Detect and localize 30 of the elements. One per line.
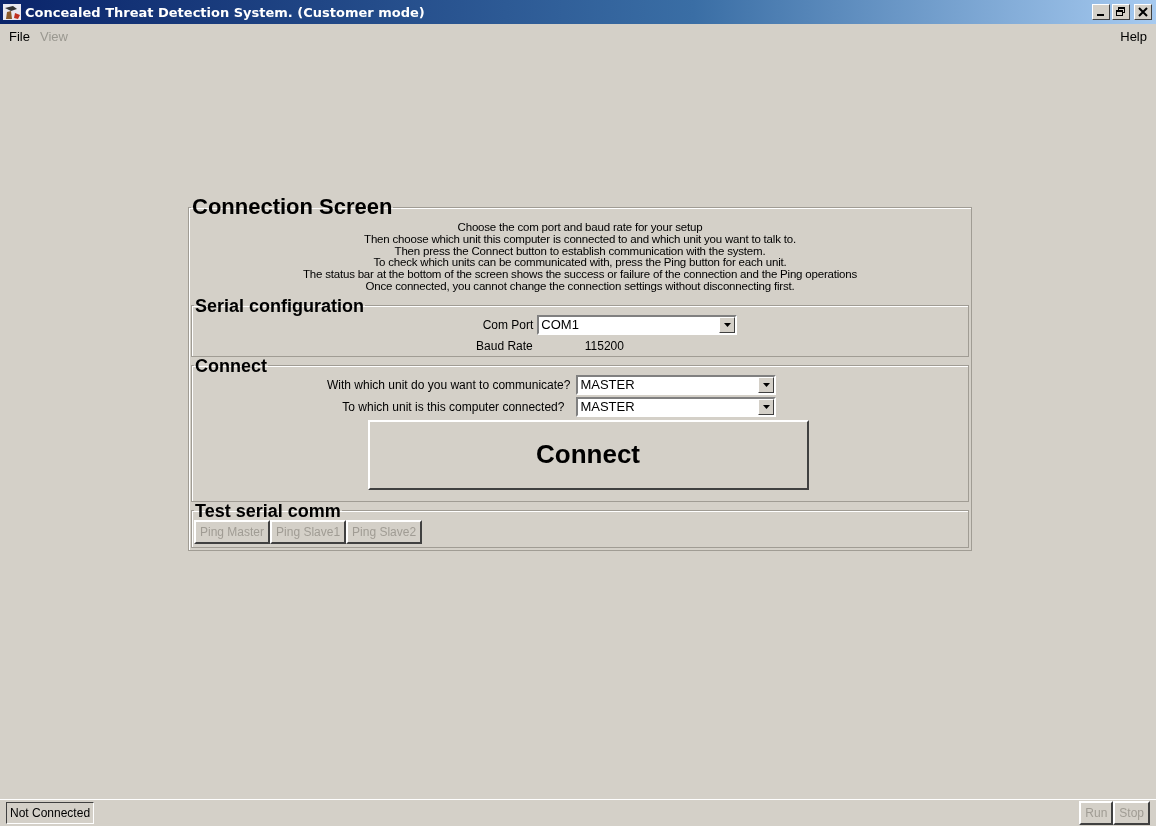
field-label: Com Port [482, 317, 534, 332]
caret-icon [723, 322, 731, 327]
unit-dropdown[interactable]: MASTER [576, 396, 777, 417]
instruction-line: Then choose which unit this computer is connected to and which unit you want to talk to. [363, 233, 797, 246]
status-text: Not Connected [6, 802, 95, 824]
instruction-line: The status bar at the bottom of the screen shows the success or failure of the connection and the Ping operations [302, 269, 858, 281]
menu-item[interactable]: Help [1115, 26, 1152, 46]
instruction-line: Once connected, you cannot change the connection settings without disconnecting first. [364, 281, 796, 293]
field-label: With which unit do you want to communicate? [327, 377, 571, 392]
section-title: Connect [194, 356, 268, 375]
unit-dropdown[interactable]: MASTER [576, 374, 777, 395]
field-label: Baud Rate [476, 338, 533, 353]
window-title: Concealed Threat Detection System. (Customer mode) [25, 4, 425, 20]
section-title: Serial configuration [194, 296, 366, 315]
instruction-line: Then press the Connect button to establish communication with the system. [393, 245, 767, 258]
com-port-dropdown[interactable]: COM1 [537, 314, 738, 335]
field-label: To which unit is this computer connected? [341, 399, 566, 414]
caret-icon [762, 382, 770, 387]
section-title: Test serial comm [194, 501, 342, 520]
restore-icon[interactable] [1112, 4, 1130, 20]
instruction-line: To check which units can be communicated with, press the Ping button for each unit. [372, 257, 788, 270]
field-value: 115200 [584, 338, 624, 353]
connect-button[interactable]: Connect [367, 419, 809, 490]
close-icon[interactable] [1134, 4, 1152, 20]
caret-icon [762, 404, 770, 409]
minimize-icon[interactable] [1092, 4, 1110, 20]
menu-item[interactable]: File [4, 26, 35, 46]
app-icon [3, 4, 21, 20]
instruction-line: Choose the com port and baud rate for your setup [456, 222, 704, 234]
panel-title: Connection Screen [191, 196, 394, 218]
